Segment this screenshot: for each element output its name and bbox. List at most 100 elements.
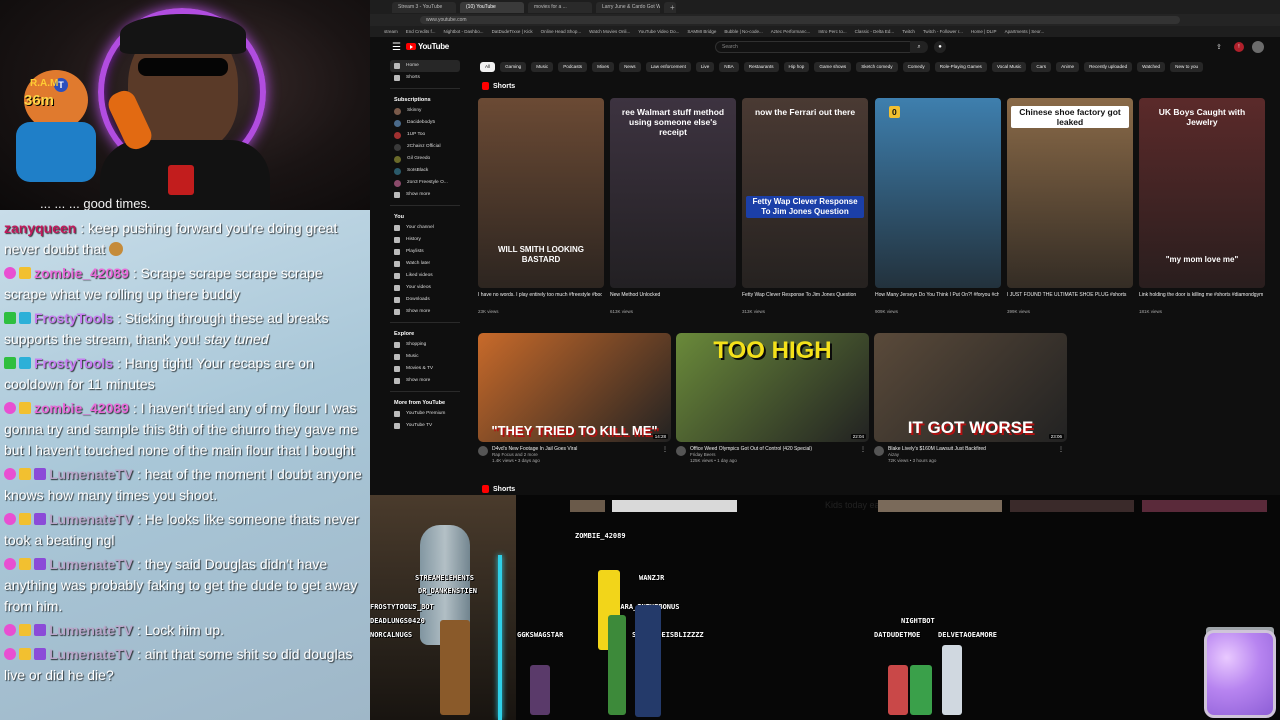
short-title[interactable]: Fetty Wap Clever Response To Jim Jones Q… <box>742 292 866 298</box>
filter-chip[interactable]: Sketch comedy <box>856 62 898 72</box>
filter-chip[interactable]: Law enforcement <box>645 62 691 72</box>
bookmark-link[interactable]: End Credits f... <box>406 29 436 34</box>
video-thumbnail[interactable]: "THEY TRIED TO KILL ME" 14:28 <box>478 333 671 442</box>
notifications-icon[interactable]: ! <box>1234 42 1244 52</box>
sidebar-item[interactable]: Music <box>390 351 460 363</box>
chat-username[interactable]: FrostyTools <box>34 310 113 326</box>
chat-username[interactable]: zombie_42089 <box>34 265 129 281</box>
short-thumbnail[interactable]: ree Walmart stuff method using someone e… <box>610 98 736 288</box>
filter-chip[interactable]: Gaming <box>500 62 527 72</box>
short-thumbnail[interactable]: 0 <box>875 98 1001 288</box>
bookmark-link[interactable]: Online Head Shop... <box>541 29 582 34</box>
bookmark-link[interactable]: Aztec Performanc... <box>771 29 811 34</box>
filter-chip[interactable]: NBA <box>719 62 739 72</box>
bookmark-link[interactable]: Home | DLIP <box>971 29 997 34</box>
chat-username[interactable]: zanyqueen <box>4 220 76 236</box>
filter-chip[interactable]: All <box>480 62 496 72</box>
filter-chip[interactable]: Game shows <box>814 62 852 72</box>
filter-chip[interactable]: Hip hop <box>783 62 810 72</box>
filter-chip[interactable]: New to you <box>1170 62 1204 72</box>
filter-chip[interactable]: News <box>619 62 641 72</box>
short-thumbnail[interactable]: UK Boys Caught with Jewelry "my mom love … <box>1139 98 1265 288</box>
bookmark-link[interactable]: YouTube Video Do... <box>638 29 679 34</box>
search-input[interactable]: Search <box>715 41 920 53</box>
url-field[interactable]: www.youtube.com <box>420 16 1180 24</box>
sidebar-item[interactable]: Home <box>390 60 460 72</box>
filter-chip[interactable]: Restaurants <box>743 62 779 72</box>
filter-chip[interactable]: Mixes <box>592 62 615 72</box>
sidebar-item[interactable]: 2Chainz Official <box>390 141 460 153</box>
filter-chip[interactable]: Live <box>695 62 715 72</box>
filter-chip[interactable]: Cars <box>1031 62 1052 72</box>
sidebar-item[interactable]: Show more <box>390 306 460 318</box>
browser-tab[interactable]: movies for a ... <box>528 1 592 13</box>
create-icon[interactable]: ⇪ <box>1216 43 1222 51</box>
chat-username[interactable]: zombie_42089 <box>34 400 129 416</box>
sidebar-item[interactable]: Downloads <box>390 294 460 306</box>
bookmark-link[interactable]: Intro Perc to... <box>818 29 846 34</box>
sidebar-item[interactable]: 1UP Too <box>390 129 460 141</box>
sidebar-item[interactable]: Show more <box>390 375 460 387</box>
sidebar-item[interactable]: Movies & TV <box>390 363 460 375</box>
short-title[interactable]: Link holding the door is killing me #sho… <box>1139 292 1263 298</box>
bookmark-link[interactable]: Twitch - Follower r... <box>923 29 963 34</box>
sidebar-item[interactable]: Dacidebody5 <box>390 117 460 129</box>
bookmark-link[interactable]: stream <box>384 29 398 34</box>
bookmark-link[interactable]: Apartments | Seor... <box>1005 29 1045 34</box>
filter-chip[interactable]: Role-Playing Games <box>934 62 987 72</box>
filter-chip[interactable]: Anime <box>1056 62 1080 72</box>
chat-username[interactable]: LumenateTV <box>49 511 133 527</box>
sidebar-item[interactable]: SoIsBlack <box>390 165 460 177</box>
browser-tab[interactable]: (10) YouTube <box>460 1 524 13</box>
filter-chip[interactable]: Music <box>531 62 554 72</box>
bookmark-link[interactable]: DatDudeTrxxe | Kick <box>492 29 533 34</box>
video-thumbnail[interactable]: IT GOT WORSE 23:06 <box>874 333 1067 442</box>
bookmark-link[interactable]: Nightbot - Dashbo... <box>444 29 484 34</box>
sidebar-item[interactable]: Show more <box>390 189 460 201</box>
sidebar-item[interactable]: Watch later <box>390 258 460 270</box>
short-title[interactable]: I have no words. I play entirely too muc… <box>478 292 602 298</box>
bookmark-link[interactable]: Classic - Delta Ed... <box>855 29 895 34</box>
chat-username[interactable]: LumenateTV <box>49 466 133 482</box>
more-options-icon[interactable]: ⋮ <box>662 446 668 453</box>
new-tab-button[interactable]: + <box>664 1 676 13</box>
sidebar-item[interactable]: Your channel <box>390 222 460 234</box>
filter-chip[interactable]: Recently uploaded <box>1084 62 1133 72</box>
filter-chip[interactable]: Podcasts <box>558 62 588 72</box>
sidebar-item[interactable]: Skinny <box>390 105 460 117</box>
youtube-logo[interactable]: YouTube <box>406 42 449 51</box>
short-title[interactable]: I JUST FOUND THE ULTIMATE SHOE PLUG #sho… <box>1007 292 1131 298</box>
chat-username[interactable]: FrostyTools <box>34 355 113 371</box>
sidebar-item[interactable]: YouTube Premium <box>390 408 460 420</box>
voice-search-icon[interactable]: ● <box>934 41 946 53</box>
bookmark-link[interactable]: Bubble | No-code... <box>724 29 762 34</box>
more-options-icon[interactable]: ⋮ <box>860 446 866 453</box>
sidebar-item[interactable]: Playlists <box>390 246 460 258</box>
chat-username[interactable]: LumenateTV <box>49 622 133 638</box>
video-title[interactable]: Blake Lively's $160M Lawsuit Just Backfi… <box>888 446 986 452</box>
sidebar-item[interactable]: Shorts <box>390 72 460 84</box>
video-thumbnail[interactable]: TOO HIGH 22:04 <box>676 333 869 442</box>
chat-username[interactable]: LumenateTV <box>49 646 133 662</box>
more-options-icon[interactable]: ⋮ <box>1058 446 1064 453</box>
search-icon[interactable]: ⌕ <box>910 41 928 53</box>
sidebar-item[interactable]: Liked videos <box>390 270 460 282</box>
browser-tab[interactable]: Stream 3 - YouTube <box>392 1 456 13</box>
sidebar-item[interactable]: Your videos <box>390 282 460 294</box>
short-thumbnail[interactable]: now the Ferrari out there Fetty Wap Cleve… <box>742 98 868 288</box>
sidebar-item[interactable]: 2on3 Freestyle O... <box>390 177 460 189</box>
short-title[interactable]: How Many Jerseys Do You Think I Put On?!… <box>875 292 999 298</box>
sidebar-section-title[interactable]: Subscriptions <box>390 93 460 105</box>
filter-chip[interactable]: Vocal Music <box>991 62 1027 72</box>
sidebar-item[interactable]: History <box>390 234 460 246</box>
channel-avatar[interactable] <box>874 446 884 456</box>
filter-chip[interactable]: Comedy <box>902 62 930 72</box>
hamburger-menu-icon[interactable]: ☰ <box>392 42 401 53</box>
short-title[interactable]: New Method Unlocked <box>610 292 734 298</box>
short-thumbnail[interactable]: Chinese shoe factory got leaked <box>1007 98 1133 288</box>
filter-chip[interactable]: Watched <box>1137 62 1166 72</box>
sidebar-section-title[interactable]: You <box>390 210 460 222</box>
sidebar-item[interactable]: Shopping <box>390 339 460 351</box>
chat-username[interactable]: LumenateTV <box>49 556 133 572</box>
channel-avatar[interactable] <box>478 446 488 456</box>
